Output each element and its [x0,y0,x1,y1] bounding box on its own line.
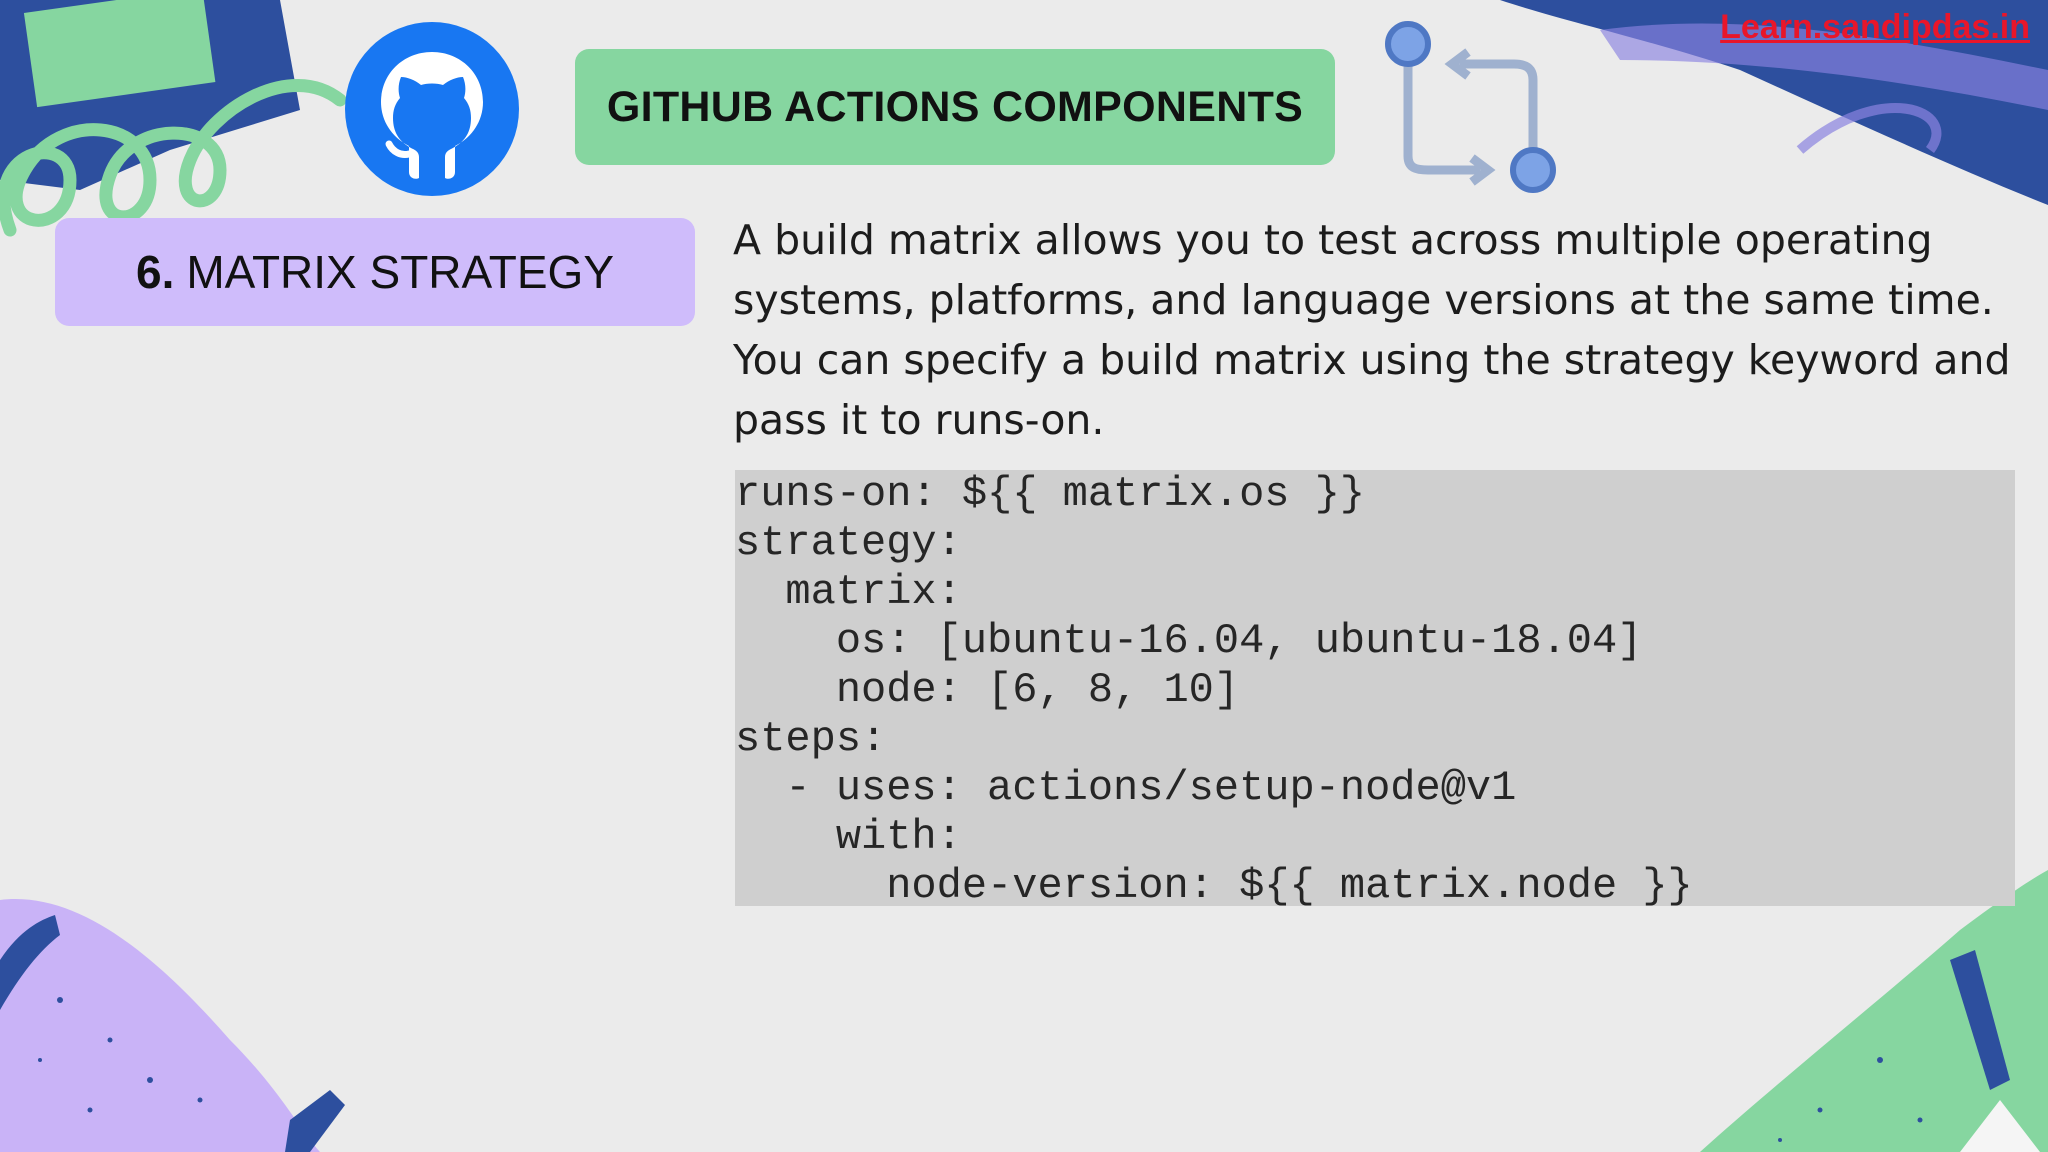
description-text: A build matrix allows you to test across… [733,216,2011,444]
code-line: node: [6, 8, 10] [735,666,1240,714]
git-compare-icon [1385,21,1556,193]
code-line: node-version: ${{ matrix.node }} [735,862,1693,906]
code-line: steps: [735,715,887,763]
code-line: os: [ubuntu-16.04, ubuntu-18.04] [735,617,1643,665]
code-block: runs-on: ${{ matrix.os }} strategy: matr… [735,470,2015,906]
code-line: strategy: [735,519,962,567]
code-line: with: [735,813,962,861]
title-banner: GITHUB ACTIONS COMPONENTS [575,49,1335,165]
code-line: - uses: actions/setup-node@v1 [735,764,1517,812]
code-line: matrix: [735,568,962,616]
site-link[interactable]: Learn.sandipdas.in [1720,8,2030,47]
page-title: GITHUB ACTIONS COMPONENTS [606,82,1304,131]
section-title: MATRIX STRATEGY [186,246,615,298]
code-line: runs-on: ${{ matrix.os }} [735,470,1366,518]
github-octocat-icon [345,22,519,196]
bottom-left-navy-stroke-2 [285,1090,345,1152]
section-number: 6. [135,246,175,298]
section-heading: 6. MATRIX STRATEGY [55,218,695,326]
